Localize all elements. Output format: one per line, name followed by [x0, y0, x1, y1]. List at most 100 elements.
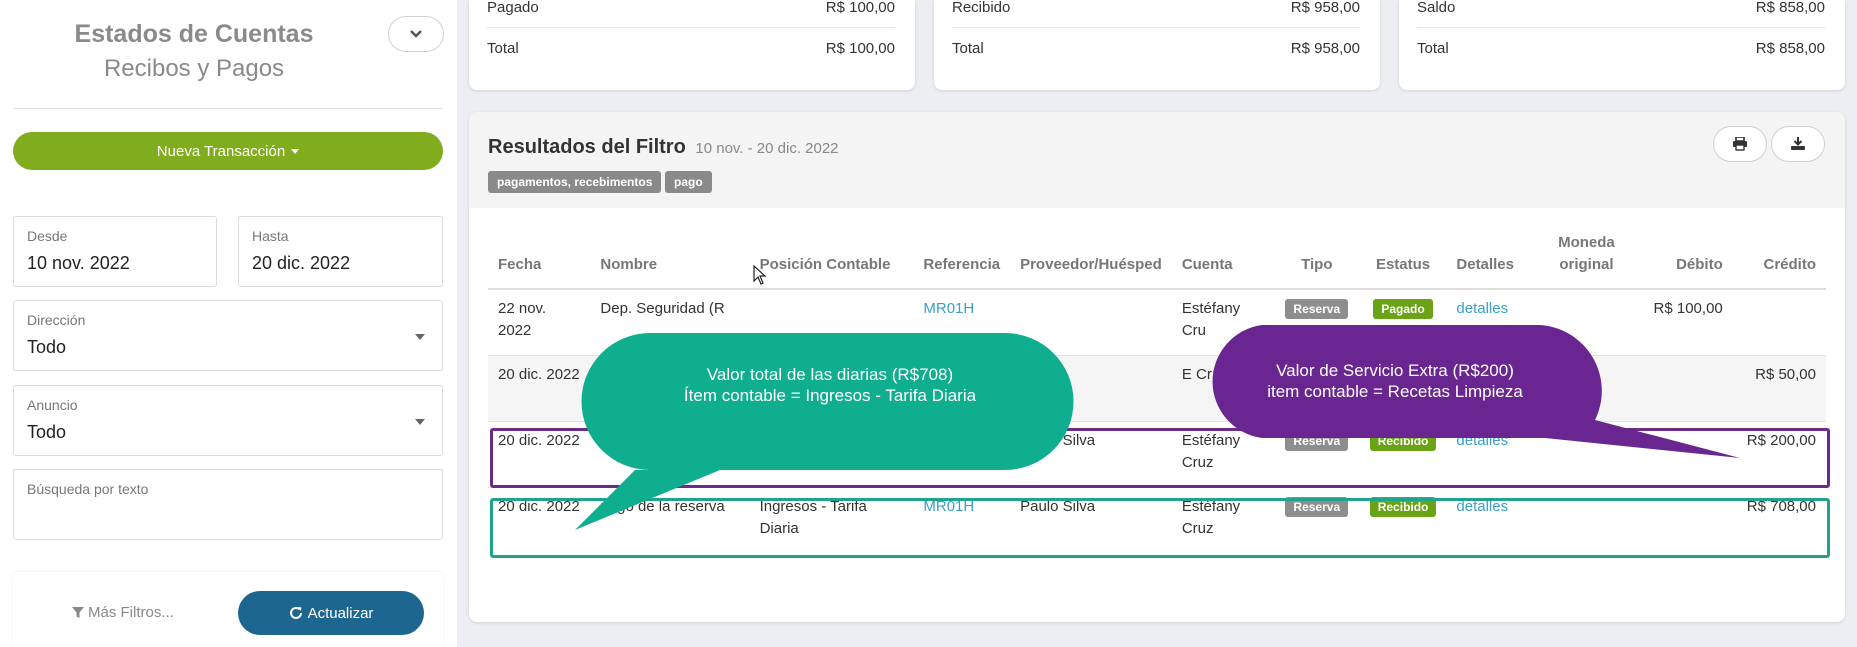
- direccion-value: Todo: [27, 337, 67, 357]
- sidebar: Estados de Cuentas Recibos y Pagos Nueva…: [0, 0, 457, 647]
- details-link[interactable]: detalles: [1446, 420, 1543, 487]
- new-transaction-button[interactable]: Nueva Transacción: [13, 132, 443, 170]
- col-credito[interactable]: Crédito: [1732, 232, 1826, 290]
- cell-nombre: pago de la reserva: [590, 486, 750, 553]
- status-badge: Recibido: [1369, 496, 1437, 517]
- anuncio-label: Anuncio: [27, 397, 78, 413]
- cell-nombre: pago ... reserva: [590, 420, 750, 487]
- cell-credito: [1732, 288, 1826, 355]
- teal-callout-text: Valor total de las diarias (R$708) Ítem …: [600, 364, 1060, 406]
- results-title: Resultados del Filtro 10 nov. - 20 dic. …: [488, 136, 839, 159]
- cell-fecha: 20 dic. 2022: [488, 354, 591, 421]
- cell-posicion: Ingresos - Tarifa Diaria: [749, 486, 914, 553]
- cell-fecha: 20 dic. 2022: [488, 486, 591, 553]
- reference-link[interactable]: MR01H: [913, 420, 1011, 487]
- status-badge: Pagado: [1373, 299, 1433, 319]
- update-button[interactable]: Actualizar: [238, 591, 424, 635]
- refresh-icon: [289, 606, 302, 619]
- col-nombre[interactable]: Nombre: [590, 232, 750, 290]
- table-row[interactable]: 22 nov. 2022 Dep. Seguridad (R MR01H Est…: [488, 288, 1826, 355]
- col-estatus[interactable]: Estatus: [1359, 232, 1447, 290]
- status-badge: Recibido: [1369, 430, 1437, 451]
- cell-estatus: Recibido: [1359, 420, 1447, 487]
- col-fecha[interactable]: Fecha: [488, 232, 591, 290]
- cell-fecha: 20 dic. 2022: [488, 420, 591, 487]
- hasta-label: Hasta: [252, 228, 289, 244]
- card-total-label: Total: [1417, 40, 1449, 57]
- cell-estatus: Recibido: [1359, 486, 1447, 553]
- summary-card-saldo: Saldo R$ 858,00 Total R$ 858,00: [1399, 0, 1845, 90]
- anuncio-select[interactable]: Anuncio Todo: [13, 385, 443, 456]
- cell-proveedor: [1010, 288, 1172, 355]
- card-total-value: R$ 100,00: [825, 40, 895, 57]
- collapse-button[interactable]: [388, 16, 444, 52]
- dropdown-arrow-icon: [415, 419, 425, 425]
- cell-credito: R$ 708,00: [1732, 486, 1826, 553]
- col-proveedor[interactable]: Proveedor/Huésped: [1010, 232, 1172, 290]
- cell-credito: R$ 50,00: [1732, 354, 1826, 421]
- dropdown-arrow-icon: [415, 334, 425, 340]
- card-row-label: Saldo: [1417, 0, 1456, 16]
- details-link[interactable]: detalles: [1446, 288, 1543, 355]
- filter-tag: pago: [665, 171, 712, 193]
- teal-callout-line2: Ítem contable = Ingresos - Tarifa Diaria: [683, 386, 977, 405]
- summary-card-recibido: Recibido R$ 958,00 Total R$ 958,00: [934, 0, 1380, 90]
- cell-tipo: Reserva: [1273, 420, 1360, 487]
- download-icon: [1791, 137, 1805, 150]
- tipo-badge: Reserva: [1285, 299, 1349, 319]
- download-button[interactable]: [1771, 126, 1825, 162]
- col-posicion-contable[interactable]: Posición Contable: [749, 232, 914, 290]
- col-moneda-original[interactable]: Moneda original: [1542, 232, 1631, 290]
- col-detalles[interactable]: Detalles: [1446, 232, 1543, 290]
- tipo-badge: Reserva: [1285, 496, 1349, 517]
- col-referencia[interactable]: Referencia: [913, 232, 1011, 290]
- chevron-down-icon: [410, 30, 422, 38]
- desde-field[interactable]: Desde 10 nov. 2022: [13, 216, 217, 287]
- card-total-value: R$ 958,00: [1290, 40, 1360, 57]
- text-search-field[interactable]: Búsqueda por texto: [13, 469, 443, 540]
- reference-link[interactable]: MR01H: [913, 288, 1011, 355]
- cell-cuenta: Estéfany Cru: [1171, 288, 1274, 355]
- more-filters-label: Más Filtros...: [88, 604, 174, 621]
- print-button[interactable]: [1713, 126, 1767, 162]
- table-header-row: Fecha Nombre Posición Contable Referenci…: [488, 232, 1826, 290]
- hasta-field[interactable]: Hasta 20 dic. 2022: [238, 216, 443, 287]
- direccion-select[interactable]: Dirección Todo: [13, 300, 443, 371]
- card-row-label: Recibido: [952, 0, 1011, 16]
- col-debito[interactable]: Débito: [1630, 232, 1733, 290]
- more-filters-button[interactable]: Más Filtros...: [72, 604, 174, 621]
- card-total-value: R$ 858,00: [1755, 40, 1825, 57]
- mouse-cursor-icon: [753, 265, 767, 285]
- table-row[interactable]: 20 dic. 2022 pago ... reserva Recetas - …: [488, 420, 1826, 487]
- cell-debito: [1630, 354, 1733, 421]
- purple-callout-line2: item contable = Recetas Limpieza: [1267, 382, 1523, 401]
- cell-fecha: 22 nov. 2022: [488, 288, 591, 355]
- tipo-badge: Reserva: [1285, 430, 1349, 451]
- results-title-text: Resultados del Filtro: [488, 136, 686, 158]
- details-link[interactable]: detalles: [1446, 486, 1543, 553]
- card-row-value: R$ 958,00: [1290, 0, 1360, 16]
- reference-link[interactable]: MR01H: [913, 486, 1011, 553]
- card-row-value: R$ 858,00: [1755, 0, 1825, 16]
- anuncio-value: Todo: [27, 422, 67, 442]
- cell-cuenta: Estéfany Cruz: [1171, 486, 1274, 553]
- col-tipo[interactable]: Tipo: [1273, 232, 1360, 290]
- new-transaction-label: Nueva Transacción: [156, 142, 286, 160]
- page-title: Estados de Cuentas: [74, 20, 314, 48]
- hasta-value: 20 dic. 2022: [252, 253, 351, 273]
- text-search-label: Búsqueda por texto: [27, 481, 149, 497]
- col-cuenta[interactable]: Cuenta: [1171, 232, 1274, 290]
- card-total-label: Total: [487, 40, 519, 57]
- card-row-value: R$ 100,00: [825, 0, 895, 16]
- purple-callout-line1: Valor de Servicio Extra (R$200): [1276, 361, 1514, 380]
- results-date-range: 10 nov. - 20 dic. 2022: [695, 140, 839, 157]
- cell-credito: R$ 200,00: [1732, 420, 1826, 487]
- filter-icon: [72, 606, 84, 618]
- cell-posicion: Recetas - Limpieza: [749, 420, 914, 487]
- table-row[interactable]: 20 dic. 2022 pago de la reserva Ingresos…: [488, 486, 1826, 553]
- caret-down-icon: [291, 148, 300, 154]
- card-total-label: Total: [952, 40, 984, 57]
- cell-tipo: Reserva: [1273, 486, 1360, 553]
- cell-moneda: [1542, 288, 1631, 355]
- desde-value: 10 nov. 2022: [27, 253, 130, 273]
